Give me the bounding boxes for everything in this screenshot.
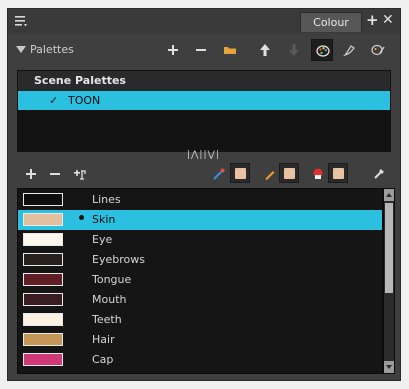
color-swatch[interactable] — [23, 233, 63, 246]
move-palette-down-button — [283, 39, 305, 61]
color-name: Mouth — [92, 293, 127, 306]
brush-icon — [343, 45, 355, 57]
color-name: Skin — [92, 213, 116, 226]
add-palette-button[interactable] — [162, 39, 184, 61]
palettes-label: Palettes — [30, 43, 74, 56]
color-row[interactable]: Tongue — [18, 270, 382, 290]
color-toolbar — [8, 159, 400, 187]
plus-icon — [168, 45, 178, 55]
palette-link-icon — [371, 44, 385, 56]
checkmark-icon: ✓ — [49, 94, 59, 107]
color-list: Lines Skin Eye Eyebrows Tongue Mouth Teeth Hair… — [17, 188, 383, 374]
palettes-toolbar: Palettes — [8, 35, 400, 65]
folder-icon — [224, 47, 236, 54]
color-row[interactable]: Cap — [18, 350, 382, 370]
import-palette-button[interactable] — [219, 39, 241, 61]
swatch-fill — [284, 168, 295, 179]
paint-swatch[interactable] — [328, 163, 348, 183]
arrow-down-icon — [289, 44, 299, 56]
color-name: Eye — [92, 233, 113, 246]
color-style-button[interactable] — [339, 39, 361, 61]
scroll-down-arrow-icon[interactable] — [384, 361, 394, 373]
palette-icon — [316, 45, 330, 57]
scene-palettes-list: Scene Palettes ✓ TOON — [17, 70, 391, 152]
plus-icon — [26, 169, 36, 179]
eyedropper-blue-icon — [213, 168, 225, 180]
tab-bar: Colour + ✕ — [8, 9, 400, 33]
palette-item-toon[interactable]: ✓ TOON — [18, 91, 390, 110]
scroll-up-arrow-icon[interactable] — [384, 189, 394, 201]
color-row[interactable]: Eye — [18, 230, 382, 250]
arrow-up-icon — [260, 44, 270, 56]
dropper-swatch[interactable] — [230, 163, 250, 183]
pencil-icon — [265, 171, 275, 180]
color-name: Teeth — [92, 313, 122, 326]
scroll-thumb[interactable] — [385, 203, 393, 293]
color-swatch[interactable] — [23, 293, 63, 306]
close-icon[interactable]: ✕ — [382, 13, 394, 28]
color-name: Eyebrows — [92, 253, 145, 266]
minus-icon — [196, 49, 206, 51]
color-list-scrollbar[interactable] — [383, 188, 395, 374]
color-swatch[interactable] — [23, 213, 63, 226]
color-row[interactable]: Mouth — [18, 290, 382, 310]
color-row[interactable]: Hair — [18, 330, 382, 350]
scene-palettes-header: Scene Palettes — [18, 71, 390, 91]
dropper-tool-icon[interactable] — [208, 163, 230, 185]
color-name: Hair — [92, 333, 115, 346]
add-texture-icon — [74, 170, 86, 180]
color-row[interactable]: Lines — [18, 190, 382, 210]
palette-options-button[interactable] — [367, 39, 389, 61]
hamburger-menu-icon[interactable] — [14, 14, 28, 28]
tab-colour[interactable]: Colour — [300, 12, 362, 32]
remove-palette-button[interactable] — [190, 39, 212, 61]
swatch-fill — [235, 168, 246, 179]
palette-browser-button[interactable] — [311, 39, 333, 61]
color-name: Cap — [92, 353, 114, 366]
swatch-fill — [333, 168, 344, 179]
eyedropper-icon — [374, 169, 384, 179]
colour-panel: Colour + ✕ Palettes Scene Palettes ✓ TOO… — [7, 8, 401, 381]
add-view-plus-icon[interactable]: + — [366, 13, 379, 28]
color-swatch[interactable] — [23, 193, 63, 206]
color-swatch[interactable] — [23, 253, 63, 266]
color-swatch[interactable] — [23, 333, 63, 346]
color-swatch[interactable] — [23, 273, 63, 286]
color-row[interactable]: Skin — [18, 210, 382, 230]
add-color-button[interactable] — [20, 163, 42, 185]
add-texture-button[interactable] — [69, 163, 91, 185]
color-swatch[interactable] — [23, 353, 63, 366]
color-row[interactable]: Teeth — [18, 310, 382, 330]
color-name: Tongue — [92, 273, 132, 286]
remove-color-button[interactable] — [44, 163, 66, 185]
eyedropper-button[interactable] — [368, 163, 390, 185]
paint-bucket-icon — [313, 168, 323, 179]
pencil-swatch[interactable] — [279, 163, 299, 183]
move-palette-up-button[interactable] — [254, 39, 276, 61]
paint-tool-icon[interactable] — [307, 163, 329, 185]
color-row[interactable]: Eyebrows — [18, 250, 382, 270]
palette-name: TOON — [68, 94, 101, 107]
color-swatch[interactable] — [23, 313, 63, 326]
current-color-dot-icon — [79, 215, 84, 220]
minus-icon — [50, 173, 60, 175]
collapse-triangle-icon[interactable] — [16, 46, 26, 53]
color-name: Lines — [92, 193, 121, 206]
pencil-tool-icon[interactable] — [259, 163, 281, 185]
